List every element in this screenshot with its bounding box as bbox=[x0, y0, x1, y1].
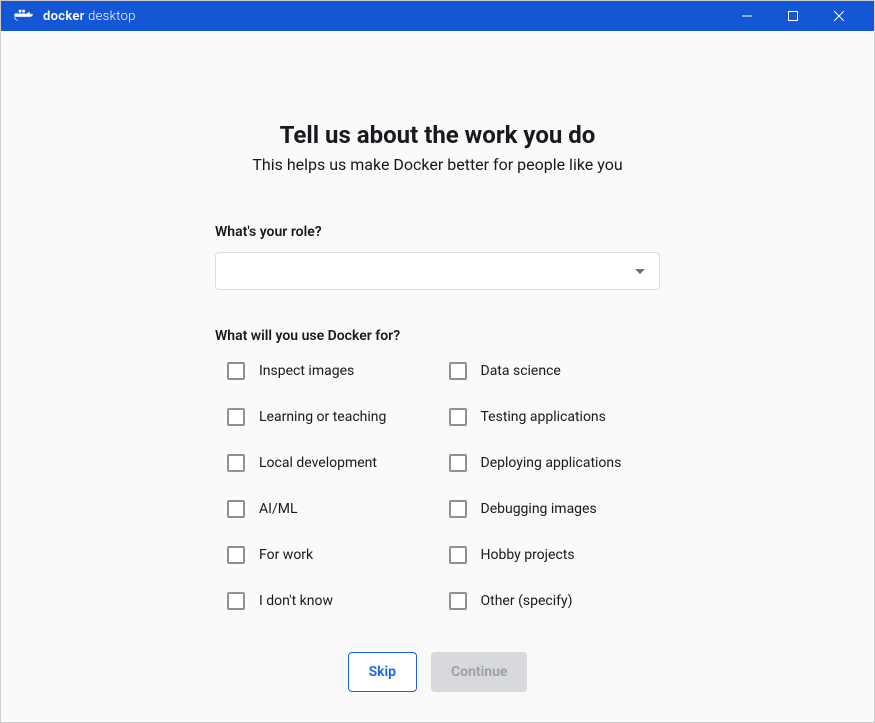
checkbox-data-science[interactable]: Data science bbox=[449, 362, 661, 380]
checkbox-label: Debugging images bbox=[481, 501, 597, 517]
app-title-light: desktop bbox=[85, 9, 136, 24]
checkbox-icon bbox=[227, 408, 245, 426]
checkbox-label: Data science bbox=[481, 363, 561, 379]
checkbox-icon bbox=[449, 546, 467, 564]
checkbox-other[interactable]: Other (specify) bbox=[449, 592, 661, 610]
page-heading: Tell us about the work you do bbox=[280, 121, 596, 149]
checkbox-icon bbox=[227, 546, 245, 564]
chevron-down-icon bbox=[635, 269, 645, 274]
titlebar-brand: docker desktop bbox=[13, 8, 136, 24]
checkbox-testing[interactable]: Testing applications bbox=[449, 408, 661, 426]
checkbox-icon bbox=[449, 592, 467, 610]
checkbox-local-dev[interactable]: Local development bbox=[227, 454, 439, 472]
close-button[interactable] bbox=[816, 1, 862, 31]
button-row: Skip Continue bbox=[215, 652, 660, 692]
checkbox-dont-know[interactable]: I don't know bbox=[227, 592, 439, 610]
checkbox-icon bbox=[227, 362, 245, 380]
checkbox-icon bbox=[227, 454, 245, 472]
app-title-bold: docker bbox=[43, 9, 85, 24]
checkbox-for-work[interactable]: For work bbox=[227, 546, 439, 564]
window-controls bbox=[724, 1, 862, 31]
checkbox-label: Other (specify) bbox=[481, 593, 573, 609]
checkbox-label: Inspect images bbox=[259, 363, 354, 379]
minimize-button[interactable] bbox=[724, 1, 770, 31]
docker-logo-icon bbox=[13, 8, 35, 24]
checkbox-hobby[interactable]: Hobby projects bbox=[449, 546, 661, 564]
checkbox-label: Testing applications bbox=[481, 409, 606, 425]
continue-button: Continue bbox=[431, 652, 527, 692]
use-label: What will you use Docker for? bbox=[215, 328, 660, 344]
checkbox-icon bbox=[449, 362, 467, 380]
role-label: What's your role? bbox=[215, 224, 660, 240]
checkbox-label: I don't know bbox=[259, 593, 333, 609]
checkbox-label: Hobby projects bbox=[481, 547, 575, 563]
checkbox-label: Learning or teaching bbox=[259, 409, 386, 425]
checkbox-learning[interactable]: Learning or teaching bbox=[227, 408, 439, 426]
skip-button[interactable]: Skip bbox=[348, 652, 417, 692]
checkbox-inspect-images[interactable]: Inspect images bbox=[227, 362, 439, 380]
page-subheading: This helps us make Docker better for peo… bbox=[252, 155, 622, 174]
checkbox-icon bbox=[449, 500, 467, 518]
content-area: Tell us about the work you do This helps… bbox=[1, 31, 874, 722]
checkbox-debugging[interactable]: Debugging images bbox=[449, 500, 661, 518]
checkbox-deploying[interactable]: Deploying applications bbox=[449, 454, 661, 472]
checkbox-label: Local development bbox=[259, 455, 377, 471]
maximize-button[interactable] bbox=[770, 1, 816, 31]
checkbox-label: Deploying applications bbox=[481, 455, 622, 471]
checkbox-label: AI/ML bbox=[259, 501, 297, 517]
checkbox-aiml[interactable]: AI/ML bbox=[227, 500, 439, 518]
checkbox-grid: Inspect images Data science Learning or … bbox=[215, 362, 660, 610]
checkbox-label: For work bbox=[259, 547, 313, 563]
survey-form: What's your role? What will you use Dock… bbox=[215, 224, 660, 692]
role-select[interactable] bbox=[215, 252, 660, 290]
checkbox-icon bbox=[449, 408, 467, 426]
app-title: docker desktop bbox=[43, 9, 136, 24]
titlebar: docker desktop bbox=[1, 1, 874, 31]
checkbox-icon bbox=[449, 454, 467, 472]
checkbox-icon bbox=[227, 500, 245, 518]
checkbox-icon bbox=[227, 592, 245, 610]
